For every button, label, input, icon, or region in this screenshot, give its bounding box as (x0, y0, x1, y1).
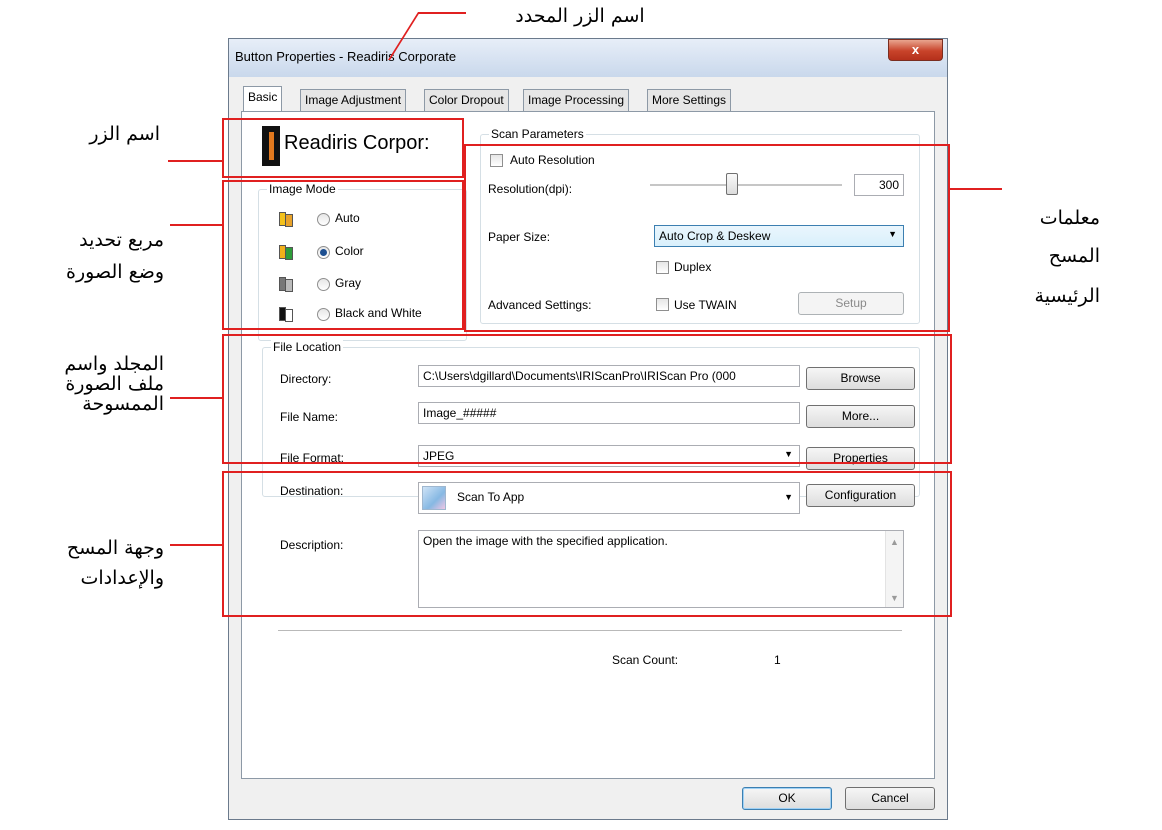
annotation-button-name: اسم الزر (89, 123, 160, 145)
annotation-destination-line1: وجهة المسح (66, 537, 164, 559)
annotation-scan-params-line3: الرئيسية (1034, 285, 1100, 307)
annotation-scan-params-line2: المسح (1048, 245, 1100, 267)
cancel-button[interactable]: Cancel (845, 787, 935, 810)
scan-parameters-legend: Scan Parameters (489, 127, 586, 141)
annotation-selected-button-name: اسم الزر المحدد (515, 5, 645, 27)
file-location-highlight (222, 334, 952, 464)
tab-image-processing[interactable]: Image Processing (523, 89, 630, 111)
file-location-leader (170, 397, 222, 399)
scan-count-value: 1 (774, 653, 781, 667)
ok-button[interactable]: OK (742, 787, 832, 810)
tab-color-dropout[interactable]: Color Dropout (424, 89, 509, 111)
button-name-leader (168, 160, 222, 162)
annotation-folder-line3: الممسوحة (82, 393, 164, 415)
destination-highlight (222, 471, 952, 617)
image-mode-highlight (222, 180, 464, 330)
title-bar[interactable]: Button Properties - Readiris Corporate x (229, 39, 947, 77)
annotation-image-mode-line1: مربع تحديد (79, 229, 164, 251)
annotation-image-mode-line2: وضع الصورة (66, 261, 164, 283)
window-title: Button Properties - Readiris Corporate (235, 49, 457, 64)
tab-more-settings[interactable]: More Settings (647, 89, 732, 111)
button-name-highlight (222, 118, 464, 178)
destination-leader (170, 544, 222, 546)
close-button[interactable]: x (888, 39, 943, 61)
image-mode-leader (170, 224, 222, 226)
divider (278, 630, 902, 632)
scan-count-label: Scan Count: (612, 653, 679, 667)
tab-basic[interactable]: Basic (243, 86, 283, 112)
annotation-folder-line1: المجلد واسم (64, 353, 164, 375)
annotation-folder-line2: ملف الصورة (65, 373, 164, 395)
scan-parameters-highlight (464, 144, 950, 332)
scan-parameters-leader (950, 188, 1002, 190)
annotation-scan-params-line1: معلمات (1039, 207, 1100, 229)
tab-image-adjustment[interactable]: Image Adjustment (300, 89, 407, 111)
annotation-destination-line2: والإعدادات (80, 567, 164, 589)
